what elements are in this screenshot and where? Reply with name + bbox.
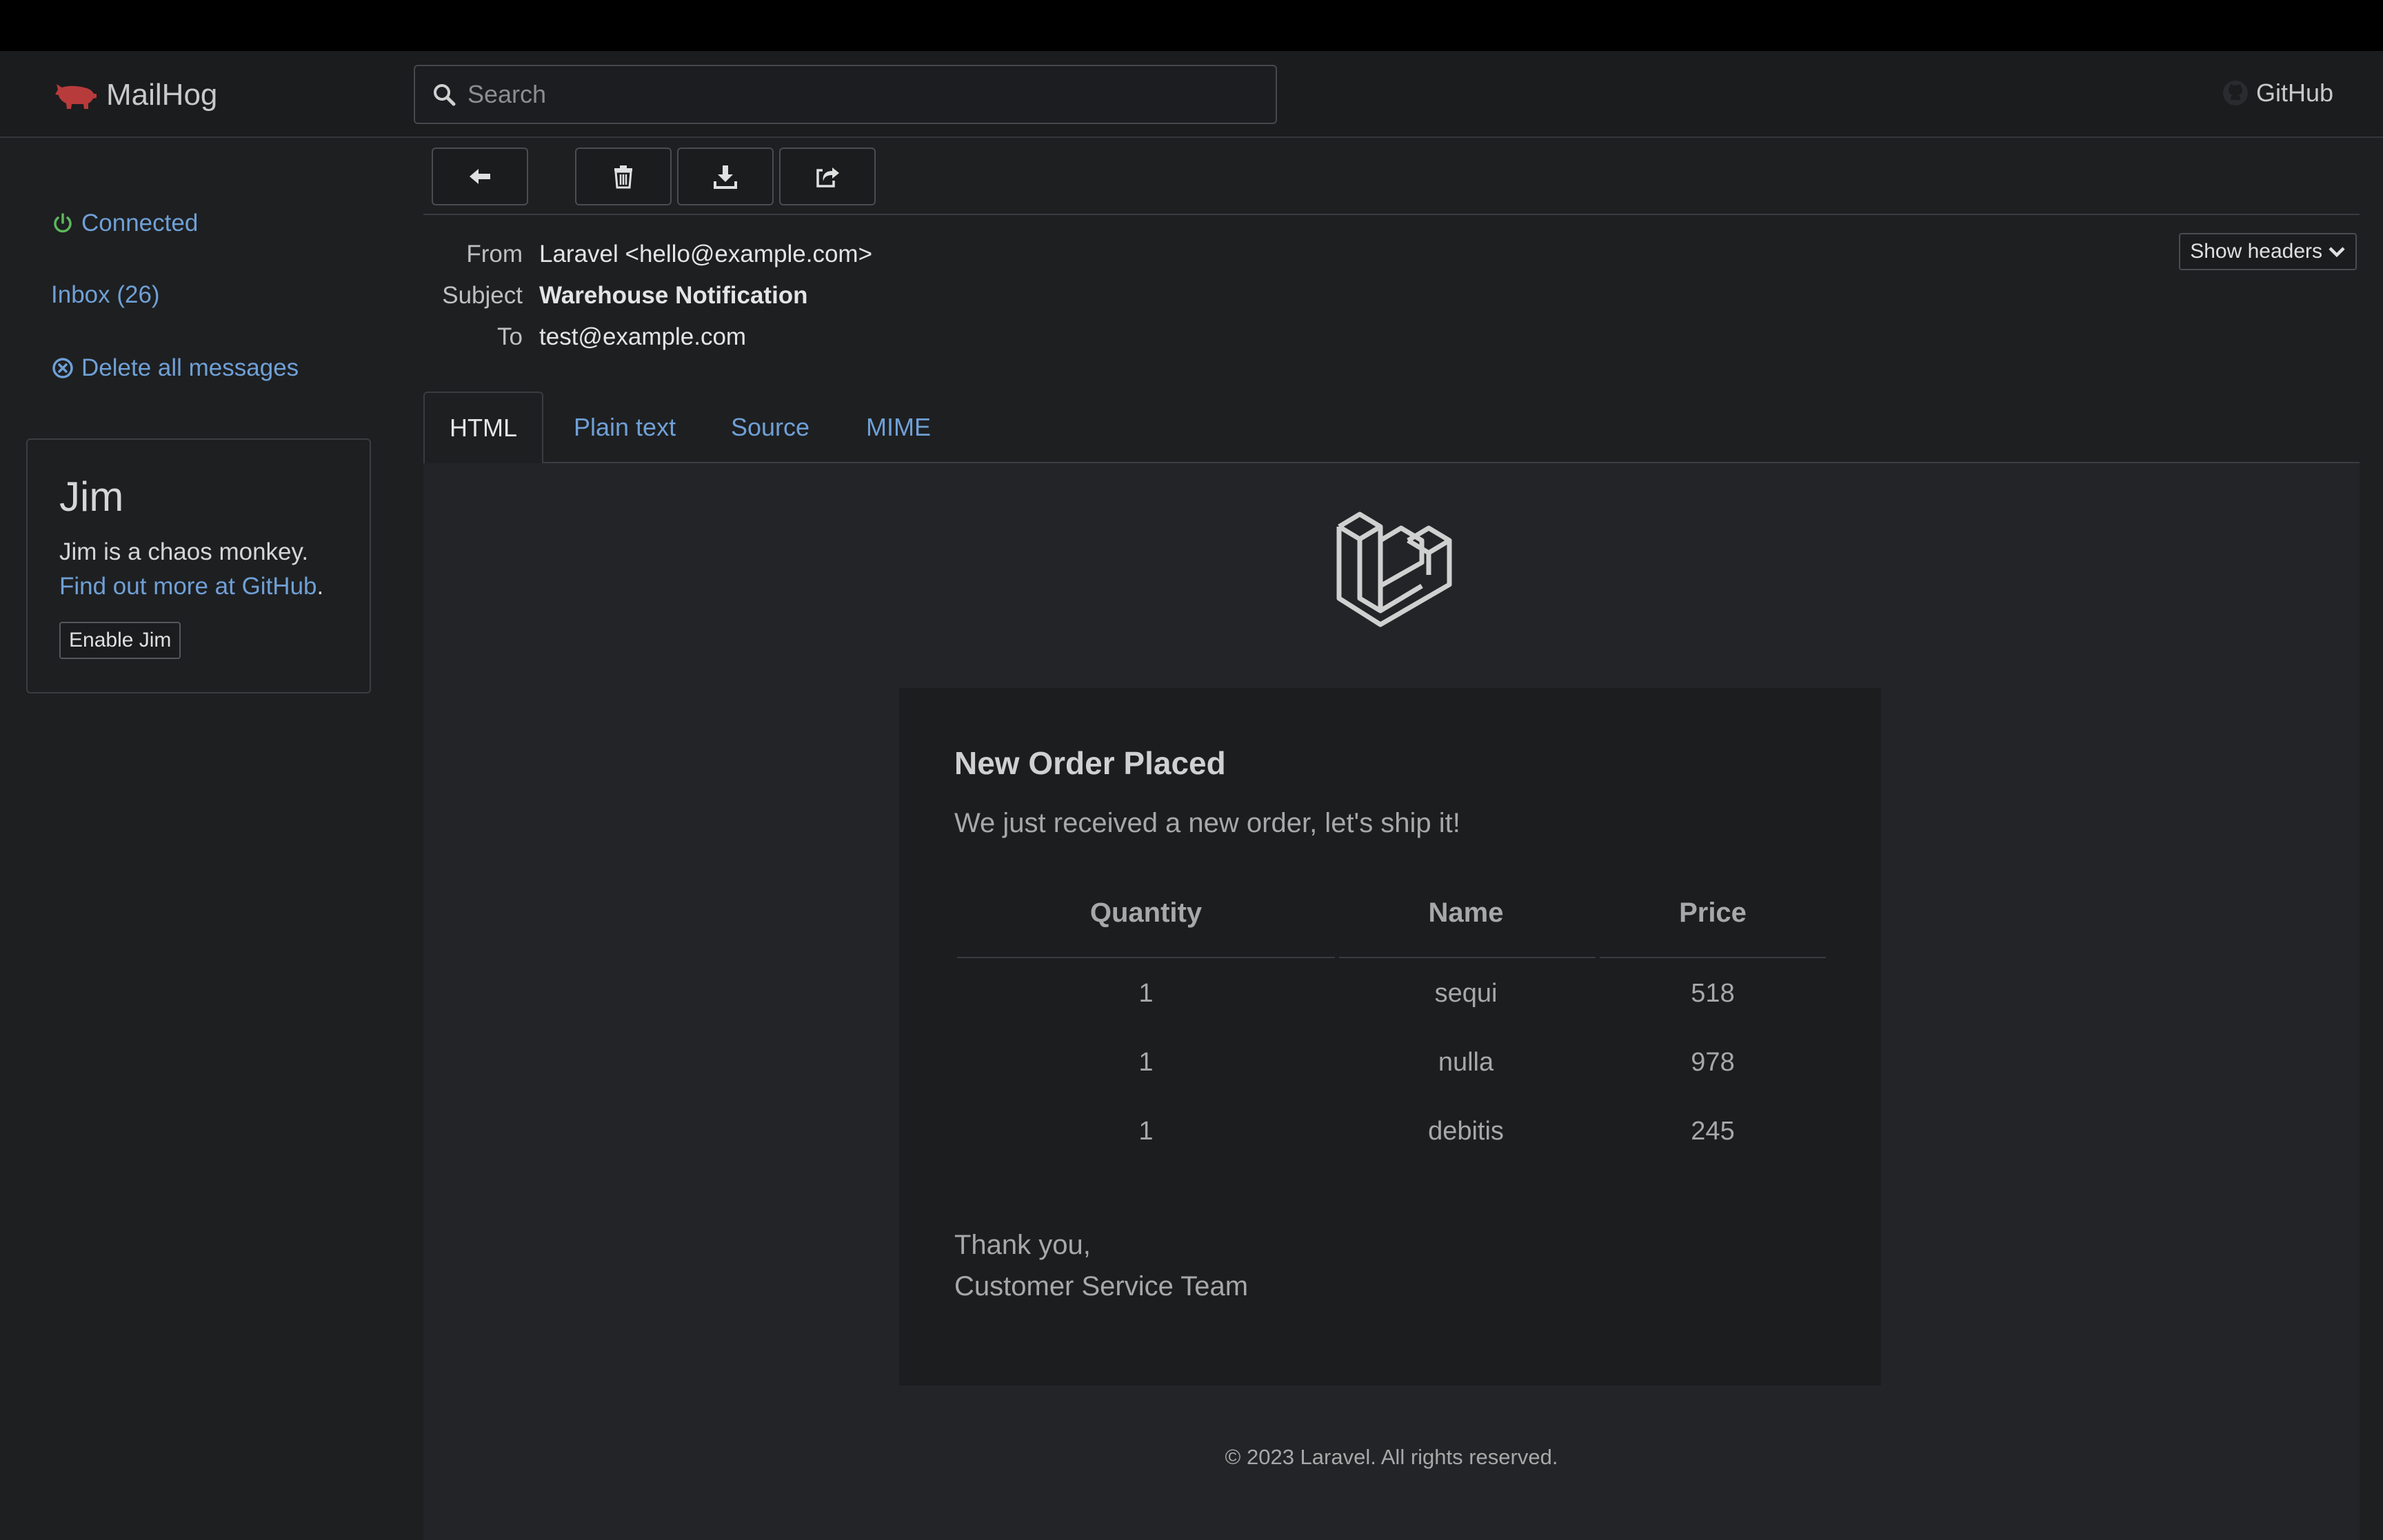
arrow-left-icon [470,169,490,184]
delete-all-label: Delete all messages [81,354,299,381]
jim-github-link[interactable]: Find out more at GitHub [59,573,317,600]
show-headers-button[interactable]: Show headers [2179,233,2357,270]
show-headers-label: Show headers [2190,240,2322,263]
table-header-price: Price [1679,898,1747,928]
pig-logo-icon [55,84,97,109]
table-cell: debitis [1428,1117,1504,1146]
back-button[interactable] [432,148,528,205]
connected-label: Connected [81,210,199,236]
table-cell: 245 [1691,1117,1735,1146]
tab-mime[interactable]: MIME [866,392,931,463]
tab-html[interactable]: HTML [423,392,543,465]
tab-source[interactable]: Source [731,392,810,463]
trash-icon [614,165,632,189]
email-footer: © 2023 Laravel. All rights reserved. [1225,1445,1558,1469]
tab-plain-text[interactable]: Plain text [574,392,676,463]
download-button[interactable] [677,148,774,205]
header-underline [1600,957,1826,958]
github-link[interactable]: GitHub [2222,79,2333,108]
enable-jim-button[interactable]: Enable Jim [59,622,181,659]
from-value: Laravel <hello@example.com> [539,241,873,267]
email-preview: New Order Placed We just received a new … [423,463,2360,1540]
table-header-quantity: Quantity [1089,898,1203,928]
toolbar-divider [423,214,2360,215]
jim-description: Jim is a chaos monkey. Find out more at … [59,535,356,604]
search-box[interactable] [414,65,1277,124]
to-label: To [497,323,523,350]
brand-name: MailHog [106,78,218,112]
table-cell: nulla [1438,1048,1494,1077]
connection-status[interactable]: Connected [51,210,198,237]
header-underline [957,957,1335,958]
email-subtitle: We just received a new order, let's ship… [954,808,1460,838]
table-cell: 1 [1138,1048,1154,1077]
table-cell: 978 [1691,1048,1735,1077]
to-value: test@example.com [539,323,747,350]
search-input[interactable] [467,80,1226,109]
window-top-strip [0,0,2383,51]
subject-value: Warehouse Notification [539,282,808,309]
view-tabs: HTML Plain text Source MIME [423,392,2360,465]
jim-title: Jim [59,474,124,520]
subject-label: Subject [442,282,523,309]
table-cell: 518 [1691,979,1735,1008]
remove-circle-icon [52,358,73,378]
delete-all-link[interactable]: Delete all messages [51,354,299,382]
team-line: Customer Service Team [954,1271,1249,1301]
table-cell: sequi [1434,979,1498,1008]
email-signoff: Thank you, Customer Service Team [954,1224,1248,1307]
jim-panel: Jim Jim is a chaos monkey. Find out more… [26,438,371,693]
chevron-down-icon [2329,247,2345,258]
github-icon [2222,81,2248,105]
brand[interactable]: MailHog [54,74,217,116]
table-cell: 1 [1138,979,1154,1008]
release-button[interactable] [779,148,876,205]
share-icon [816,168,839,188]
jim-period: . [316,573,324,600]
from-label: From [466,241,523,267]
table-cell: 1 [1138,1117,1154,1146]
delete-button[interactable] [575,148,672,205]
email-card: New Order Placed We just received a new … [899,688,1881,1386]
table-header-name: Name [1428,898,1504,928]
header-underline [1339,957,1596,958]
thanks-line: Thank you, [954,1230,1091,1260]
navbar: MailHog GitHub [0,51,2383,138]
search-icon [434,84,456,106]
power-icon [54,213,72,233]
laravel-logo-icon [1336,511,1452,627]
download-icon [714,165,737,189]
jim-desc-text: Jim is a chaos monkey. [59,538,309,565]
email-title: New Order Placed [954,745,1226,781]
github-label: GitHub [2255,79,2333,107]
